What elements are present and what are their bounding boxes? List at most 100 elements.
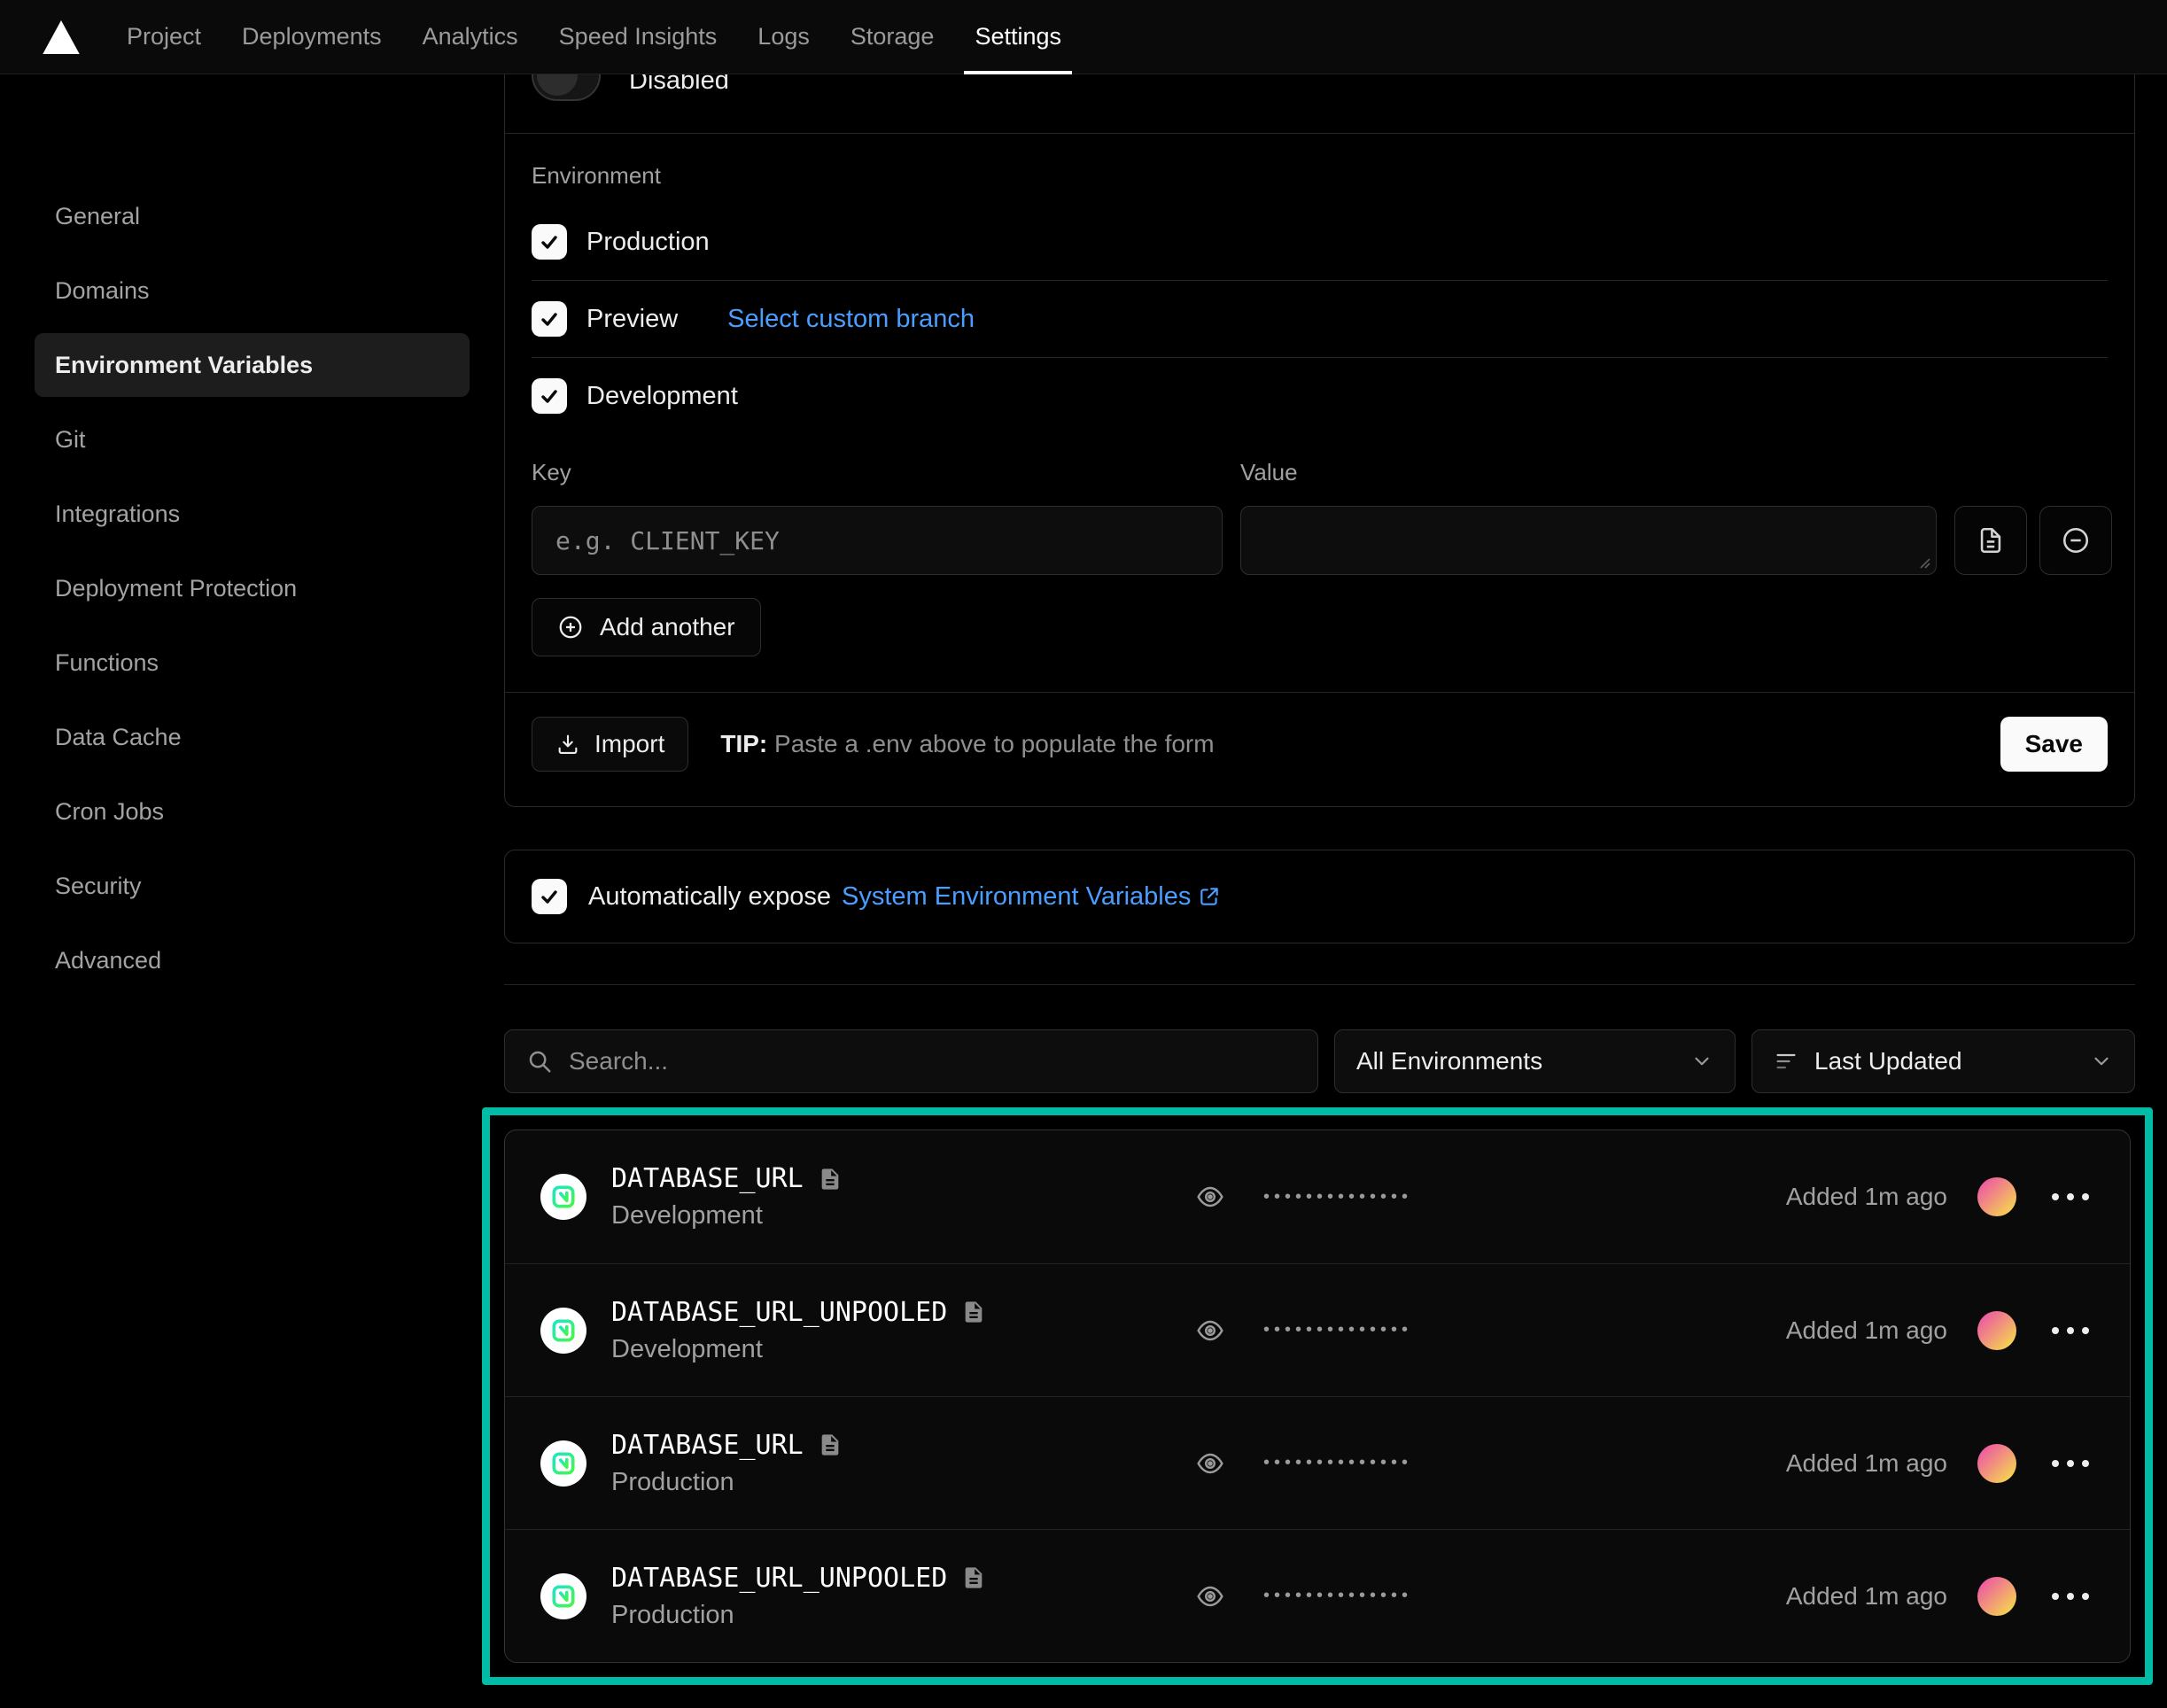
sidebar-item-cron-jobs[interactable]: Cron Jobs xyxy=(35,780,470,843)
add-another-button[interactable]: Add another xyxy=(532,598,761,656)
expose-checkbox[interactable] xyxy=(532,879,567,914)
environment-filter-dropdown[interactable]: All Environments xyxy=(1334,1029,1736,1093)
reveal-eye-icon[interactable] xyxy=(1196,1316,1224,1345)
env-var-row[interactable]: DATABASE_URL Development •••••••••••••• … xyxy=(505,1130,2130,1263)
expose-system-env-card: Automatically expose System Environment … xyxy=(504,850,2135,943)
sidebar-item-functions[interactable]: Functions xyxy=(35,631,470,695)
reveal-eye-icon[interactable] xyxy=(1196,1449,1224,1478)
checkbox-row-development: Development xyxy=(532,358,2108,434)
development-label: Development xyxy=(586,382,738,411)
env-var-row[interactable]: DATABASE_URL Production •••••••••••••• A… xyxy=(505,1396,2130,1529)
variable-environment: Development xyxy=(611,1201,843,1231)
variable-cell: DATABASE_URL Production xyxy=(540,1430,1196,1497)
value-input[interactable] xyxy=(1264,526,1913,555)
nav-analytics[interactable]: Analytics xyxy=(402,0,539,74)
value-label: Value xyxy=(1240,459,1937,486)
nav-project[interactable]: Project xyxy=(106,0,221,74)
preview-checkbox[interactable] xyxy=(532,301,567,337)
masked-value: •••••••••••••• xyxy=(1263,1187,1412,1207)
key-field-wrap xyxy=(532,506,1223,575)
sidebar-item-general[interactable]: General xyxy=(35,184,470,248)
highlight-annotation-box: DATABASE_URL Development •••••••••••••• … xyxy=(482,1107,2153,1685)
value-cell: •••••••••••••• xyxy=(1196,1183,1692,1211)
added-timestamp: Added 1m ago xyxy=(1786,1449,1947,1478)
development-checkbox[interactable] xyxy=(532,378,567,414)
row-menu-button[interactable] xyxy=(2047,1188,2094,1206)
reveal-eye-icon[interactable] xyxy=(1196,1183,1224,1211)
divider xyxy=(505,133,2134,134)
checkbox-row-production: Production xyxy=(532,204,2108,280)
system-env-vars-link[interactable]: System Environment Variables xyxy=(842,882,1221,912)
variable-cell: DATABASE_URL_UNPOOLED Production xyxy=(540,1563,1196,1630)
external-link-icon xyxy=(1198,885,1221,908)
nav-logs[interactable]: Logs xyxy=(737,0,830,74)
value-cell: •••••••••••••• xyxy=(1196,1316,1692,1345)
key-input[interactable] xyxy=(555,526,1199,555)
variable-name: DATABASE_URL xyxy=(611,1430,804,1461)
sidebar-item-deployment-protection[interactable]: Deployment Protection xyxy=(35,556,470,620)
reveal-eye-icon[interactable] xyxy=(1196,1582,1224,1611)
search-input[interactable] xyxy=(569,1047,1296,1075)
variable-name: DATABASE_URL_UNPOOLED xyxy=(611,1563,947,1594)
import-label: Import xyxy=(594,730,664,758)
sort-dropdown[interactable]: Last Updated xyxy=(1751,1029,2135,1093)
avatar xyxy=(1977,1444,2016,1483)
meta-cell: Added 1m ago xyxy=(1692,1577,2094,1616)
sensitive-toggle[interactable] xyxy=(532,74,601,101)
resize-grip[interactable] xyxy=(1916,555,1930,569)
note-icon[interactable] xyxy=(818,1167,843,1192)
production-checkbox[interactable] xyxy=(532,224,567,260)
note-icon[interactable] xyxy=(961,1300,986,1324)
added-timestamp: Added 1m ago xyxy=(1786,1316,1947,1345)
nav-storage[interactable]: Storage xyxy=(830,0,955,74)
value-cell: •••••••••••••• xyxy=(1196,1449,1692,1478)
nav-deployments[interactable]: Deployments xyxy=(221,0,402,74)
checkbox-row-preview: Preview Select custom branch xyxy=(532,281,2108,357)
environment-label: Environment xyxy=(532,162,2108,190)
import-button[interactable]: Import xyxy=(532,717,688,772)
avatar xyxy=(1977,1311,2016,1350)
meta-cell: Added 1m ago xyxy=(1692,1177,2094,1216)
paste-file-button[interactable] xyxy=(1954,506,2027,575)
masked-value: •••••••••••••• xyxy=(1263,1320,1412,1340)
meta-cell: Added 1m ago xyxy=(1692,1311,2094,1350)
note-icon[interactable] xyxy=(961,1565,986,1590)
production-label: Production xyxy=(586,228,710,257)
sidebar-item-git[interactable]: Git xyxy=(35,408,470,471)
key-label: Key xyxy=(532,459,1223,486)
sidebar-item-environment-variables[interactable]: Environment Variables xyxy=(35,333,470,397)
masked-value: •••••••••••••• xyxy=(1263,1453,1412,1473)
top-navigation: Project Deployments Analytics Speed Insi… xyxy=(0,0,2167,74)
vercel-logo-icon[interactable] xyxy=(43,20,80,54)
value-field-wrap xyxy=(1240,506,1937,575)
remove-row-button[interactable] xyxy=(2039,506,2112,575)
add-another-label: Add another xyxy=(600,613,735,641)
nav-settings[interactable]: Settings xyxy=(954,0,1082,74)
sidebar-item-integrations[interactable]: Integrations xyxy=(35,482,470,546)
nav-speed-insights[interactable]: Speed Insights xyxy=(539,0,738,74)
sidebar-item-domains[interactable]: Domains xyxy=(35,259,470,322)
form-footer: Import TIP: Paste a .env above to popula… xyxy=(505,693,2134,806)
masked-value: •••••••••••••• xyxy=(1263,1586,1412,1606)
toggle-knob xyxy=(537,74,578,96)
sidebar-item-advanced[interactable]: Advanced xyxy=(35,928,470,992)
sensitive-toggle-row: Disabled xyxy=(505,74,2134,133)
sort-lines-icon xyxy=(1774,1049,1798,1074)
note-icon[interactable] xyxy=(818,1432,843,1457)
select-custom-branch-link[interactable]: Select custom branch xyxy=(727,305,975,334)
chevron-down-icon xyxy=(1690,1050,1713,1073)
row-menu-button[interactable] xyxy=(2047,1455,2094,1472)
env-var-row[interactable]: DATABASE_URL_UNPOOLED Production •••••••… xyxy=(505,1529,2130,1662)
preview-label: Preview xyxy=(586,305,678,334)
row-menu-button[interactable] xyxy=(2047,1322,2094,1339)
plus-circle-icon xyxy=(557,614,584,640)
env-var-row[interactable]: DATABASE_URL_UNPOOLED Development ••••••… xyxy=(505,1263,2130,1396)
environment-targets: Environment Production Preview Select cu… xyxy=(505,162,2134,434)
row-menu-button[interactable] xyxy=(2047,1588,2094,1605)
sidebar-item-security[interactable]: Security xyxy=(35,854,470,918)
variable-environment: Production xyxy=(611,1468,843,1497)
added-timestamp: Added 1m ago xyxy=(1786,1183,1947,1211)
variable-name: DATABASE_URL_UNPOOLED xyxy=(611,1297,947,1328)
save-button[interactable]: Save xyxy=(2000,717,2108,772)
sidebar-item-data-cache[interactable]: Data Cache xyxy=(35,705,470,769)
